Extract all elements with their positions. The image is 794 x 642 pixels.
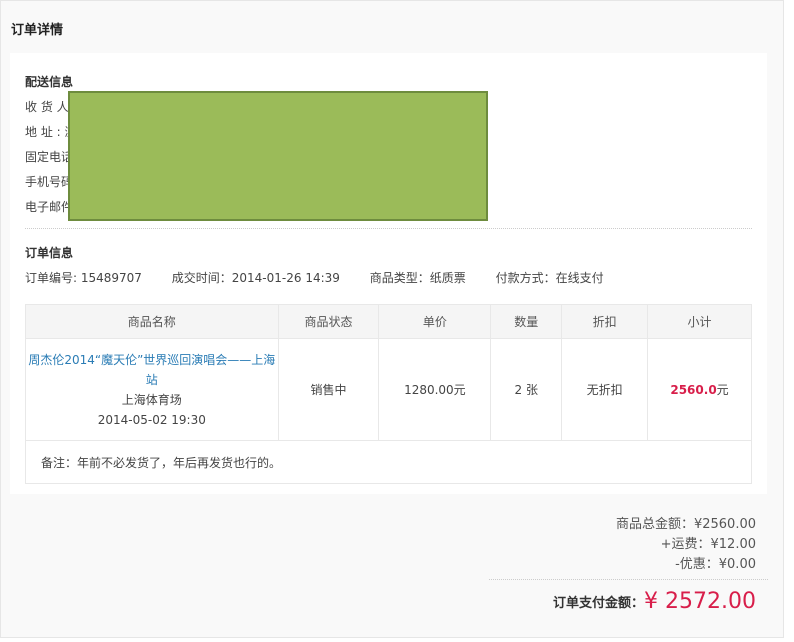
table-row: 周杰伦2014“魔天伦”世界巡回演唱会——上海站 上海体育场 2014-05-0…	[25, 338, 752, 441]
order-section-title: 订单信息	[25, 246, 74, 260]
product-datetime: 2014-05-02 19:30	[97, 412, 206, 427]
delivery-label-mobile: 手机号码	[25, 175, 74, 189]
goods-total: 商品总金额：¥2560.00	[615, 517, 756, 532]
delivery-label-email: 电子邮件	[25, 200, 74, 214]
goods-table: 商品名称 商品状态 单价 数量 折扣 小计 周杰伦2014“魔天伦”世界巡回演唱…	[25, 304, 752, 484]
product-venue: 上海体育场	[121, 392, 182, 407]
quantity: 2 张	[490, 338, 563, 441]
subtotal-unit: 元	[716, 383, 729, 397]
price-summary: 商品总金额：¥2560.00 +运费：¥12.00 -优惠：¥0.00	[616, 515, 756, 575]
remark-text: 备注：年前不必发货了，年后再发货也行的。	[25, 440, 752, 484]
order-meta: 订单编号: 15489707 成交时间：2014-01-26 14:39 商品类…	[25, 269, 630, 286]
order-card: 配送信息 收 货 人 地 址 : 浏 固定电话 手机号码 电子邮件 订单信息 订…	[10, 53, 767, 494]
discount-amount: -优惠：¥0.00	[675, 557, 756, 572]
col-header-name: 商品名称	[25, 304, 279, 339]
delivery-label-phone: 固定电话	[25, 150, 74, 164]
col-header-discount: 折扣	[561, 304, 649, 339]
delivery-section-title: 配送信息	[25, 75, 74, 89]
order-time: 成交时间：2014-01-26 14:39	[171, 271, 340, 285]
total-label: 订单支付金额：	[553, 596, 645, 611]
col-header-price: 单价	[378, 304, 492, 339]
product-cell: 周杰伦2014“魔天伦”世界巡回演唱会——上海站 上海体育场 2014-05-0…	[25, 338, 279, 441]
subtotal-amount: 2560.0	[670, 383, 717, 397]
order-type: 商品类型：纸质票	[369, 271, 466, 285]
total-row: 订单支付金额：¥ 2572.00	[553, 589, 756, 614]
delivery-label-recipient: 收 货 人	[25, 100, 69, 114]
page-title: 订单详情	[11, 23, 64, 38]
remark-row: 备注：年前不必发货了，年后再发货也行的。	[25, 440, 752, 484]
payment-method: 付款方式：在线支付	[495, 271, 604, 285]
order-detail-panel: 订单详情 配送信息 收 货 人 地 址 : 浏 固定电话 手机号码 电子邮件 订…	[0, 0, 784, 638]
col-header-status: 商品状态	[277, 304, 380, 339]
total-amount: ¥ 2572.00	[644, 589, 756, 614]
product-name-link[interactable]: 周杰伦2014“魔天伦”世界巡回演唱会——上海站	[28, 353, 275, 387]
col-header-quantity: 数量	[490, 304, 563, 339]
col-header-subtotal: 小计	[647, 304, 752, 339]
product-status: 销售中	[277, 338, 380, 441]
subtotal-cell: 2560.0元	[647, 338, 752, 441]
unit-price: 1280.00元	[378, 338, 492, 441]
discount: 无折扣	[561, 338, 649, 441]
section-divider	[25, 228, 752, 229]
order-number: 订单编号: 15489707	[25, 271, 142, 285]
redaction-box	[68, 91, 488, 221]
shipping-fee: +运费：¥12.00	[660, 537, 756, 552]
table-header-row: 商品名称 商品状态 单价 数量 折扣 小计	[25, 304, 752, 339]
summary-divider	[489, 579, 768, 580]
